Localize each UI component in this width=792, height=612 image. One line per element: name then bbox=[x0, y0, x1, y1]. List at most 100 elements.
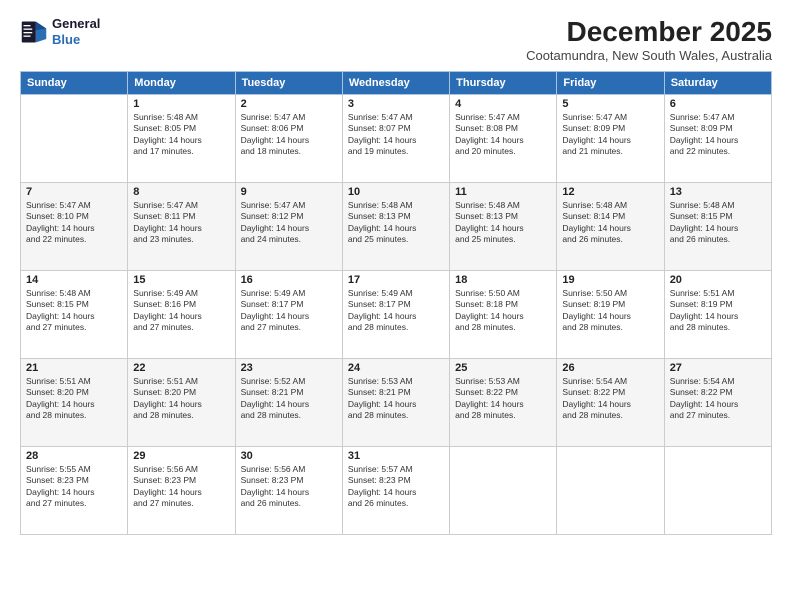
calendar-cell bbox=[21, 95, 128, 183]
calendar-cell: 25 Sunrise: 5:53 AMSunset: 8:22 PMDayligh… bbox=[450, 359, 557, 447]
calendar-cell: 30 Sunrise: 5:56 AMSunset: 8:23 PMDayligh… bbox=[235, 447, 342, 535]
day-number: 29 bbox=[133, 450, 229, 462]
calendar-cell: 14Sunrise: 5:48 AMSunset: 8:15 PMDayligh… bbox=[21, 271, 128, 359]
calendar-cell: 26 Sunrise: 5:54 AMSunset: 8:22 PMDayligh… bbox=[557, 359, 664, 447]
day-number: 27 bbox=[670, 362, 766, 374]
calendar-week-5: 28 Sunrise: 5:55 AMSunset: 8:23 PMDayligh… bbox=[21, 447, 772, 535]
day-info: Sunrise: 5:47 AMSunset: 8:09 PMDaylight:… bbox=[670, 112, 766, 158]
calendar-cell: 17 Sunrise: 5:49 AMSunset: 8:17 PMDayligh… bbox=[342, 271, 449, 359]
day-info: Sunrise: 5:49 AMSunset: 8:16 PMDaylight:… bbox=[133, 288, 229, 334]
title-block: December 2025 Cootamundra, New South Wal… bbox=[526, 16, 772, 63]
day-number: 12 bbox=[562, 186, 658, 198]
day-info: Sunrise: 5:53 AMSunset: 8:22 PMDaylight:… bbox=[455, 376, 551, 422]
day-number: 24 bbox=[348, 362, 444, 374]
calendar-week-2: 7 Sunrise: 5:47 AMSunset: 8:10 PMDaylight… bbox=[21, 183, 772, 271]
day-number: 1 bbox=[133, 98, 229, 110]
calendar-cell: 11Sunrise: 5:48 AMSunset: 8:13 PMDayligh… bbox=[450, 183, 557, 271]
day-info: Sunrise: 5:49 AMSunset: 8:17 PMDaylight:… bbox=[241, 288, 337, 334]
day-info: Sunrise: 5:47 AMSunset: 8:08 PMDaylight:… bbox=[455, 112, 551, 158]
day-number: 8 bbox=[133, 186, 229, 198]
day-info: Sunrise: 5:51 AMSunset: 8:20 PMDaylight:… bbox=[133, 376, 229, 422]
calendar-cell: 1 Sunrise: 5:48 AMSunset: 8:05 PMDaylight… bbox=[128, 95, 235, 183]
logo-text: General Blue bbox=[52, 16, 100, 47]
day-number: 2 bbox=[241, 98, 337, 110]
day-info: Sunrise: 5:49 AMSunset: 8:17 PMDaylight:… bbox=[348, 288, 444, 334]
day-number: 15 bbox=[133, 274, 229, 286]
day-info: Sunrise: 5:54 AMSunset: 8:22 PMDaylight:… bbox=[562, 376, 658, 422]
day-number: 17 bbox=[348, 274, 444, 286]
calendar-header-wednesday: Wednesday bbox=[342, 72, 449, 95]
calendar-cell: 3 Sunrise: 5:47 AMSunset: 8:07 PMDaylight… bbox=[342, 95, 449, 183]
day-number: 13 bbox=[670, 186, 766, 198]
day-info: Sunrise: 5:54 AMSunset: 8:22 PMDaylight:… bbox=[670, 376, 766, 422]
calendar-table: SundayMondayTuesdayWednesdayThursdayFrid… bbox=[20, 71, 772, 535]
calendar-header-friday: Friday bbox=[557, 72, 664, 95]
calendar-cell: 6 Sunrise: 5:47 AMSunset: 8:09 PMDaylight… bbox=[664, 95, 771, 183]
day-number: 26 bbox=[562, 362, 658, 374]
day-info: Sunrise: 5:50 AMSunset: 8:19 PMDaylight:… bbox=[562, 288, 658, 334]
day-number: 23 bbox=[241, 362, 337, 374]
day-number: 28 bbox=[26, 450, 122, 462]
calendar-cell: 29Sunrise: 5:56 AMSunset: 8:23 PMDayligh… bbox=[128, 447, 235, 535]
calendar-cell: 28 Sunrise: 5:55 AMSunset: 8:23 PMDayligh… bbox=[21, 447, 128, 535]
calendar-header-tuesday: Tuesday bbox=[235, 72, 342, 95]
day-number: 16 bbox=[241, 274, 337, 286]
calendar-cell bbox=[557, 447, 664, 535]
day-number: 6 bbox=[670, 98, 766, 110]
calendar-cell: 18Sunrise: 5:50 AMSunset: 8:18 PMDayligh… bbox=[450, 271, 557, 359]
day-info: Sunrise: 5:48 AMSunset: 8:14 PMDaylight:… bbox=[562, 200, 658, 246]
calendar-cell: 12 Sunrise: 5:48 AMSunset: 8:14 PMDayligh… bbox=[557, 183, 664, 271]
day-info: Sunrise: 5:50 AMSunset: 8:18 PMDaylight:… bbox=[455, 288, 551, 334]
day-number: 5 bbox=[562, 98, 658, 110]
day-number: 19 bbox=[562, 274, 658, 286]
day-info: Sunrise: 5:52 AMSunset: 8:21 PMDaylight:… bbox=[241, 376, 337, 422]
calendar-cell: 24 Sunrise: 5:53 AMSunset: 8:21 PMDayligh… bbox=[342, 359, 449, 447]
page: General Blue December 2025 Cootamundra, … bbox=[0, 0, 792, 612]
calendar-cell: 16 Sunrise: 5:49 AMSunset: 8:17 PMDayligh… bbox=[235, 271, 342, 359]
day-number: 31 bbox=[348, 450, 444, 462]
calendar-cell: 15 Sunrise: 5:49 AMSunset: 8:16 PMDayligh… bbox=[128, 271, 235, 359]
day-info: Sunrise: 5:56 AMSunset: 8:23 PMDaylight:… bbox=[241, 464, 337, 510]
day-number: 3 bbox=[348, 98, 444, 110]
calendar-cell: 8Sunrise: 5:47 AMSunset: 8:11 PMDaylight… bbox=[128, 183, 235, 271]
day-info: Sunrise: 5:47 AMSunset: 8:07 PMDaylight:… bbox=[348, 112, 444, 158]
day-number: 14 bbox=[26, 274, 122, 286]
calendar-cell: 13 Sunrise: 5:48 AMSunset: 8:15 PMDayligh… bbox=[664, 183, 771, 271]
day-info: Sunrise: 5:48 AMSunset: 8:15 PMDaylight:… bbox=[670, 200, 766, 246]
calendar-header-monday: Monday bbox=[128, 72, 235, 95]
calendar-cell: 19 Sunrise: 5:50 AMSunset: 8:19 PMDayligh… bbox=[557, 271, 664, 359]
calendar-cell: 7 Sunrise: 5:47 AMSunset: 8:10 PMDaylight… bbox=[21, 183, 128, 271]
day-number: 7 bbox=[26, 186, 122, 198]
day-number: 11 bbox=[455, 186, 551, 198]
day-info: Sunrise: 5:51 AMSunset: 8:20 PMDaylight:… bbox=[26, 376, 122, 422]
day-info: Sunrise: 5:53 AMSunset: 8:21 PMDaylight:… bbox=[348, 376, 444, 422]
day-info: Sunrise: 5:48 AMSunset: 8:05 PMDaylight:… bbox=[133, 112, 229, 158]
calendar-week-3: 14Sunrise: 5:48 AMSunset: 8:15 PMDayligh… bbox=[21, 271, 772, 359]
day-info: Sunrise: 5:47 AMSunset: 8:06 PMDaylight:… bbox=[241, 112, 337, 158]
day-number: 21 bbox=[26, 362, 122, 374]
calendar-cell: 20Sunrise: 5:51 AMSunset: 8:19 PMDayligh… bbox=[664, 271, 771, 359]
calendar-cell: 21 Sunrise: 5:51 AMSunset: 8:20 PMDayligh… bbox=[21, 359, 128, 447]
calendar-week-1: 1 Sunrise: 5:48 AMSunset: 8:05 PMDaylight… bbox=[21, 95, 772, 183]
day-number: 22 bbox=[133, 362, 229, 374]
day-number: 30 bbox=[241, 450, 337, 462]
day-number: 25 bbox=[455, 362, 551, 374]
calendar-cell: 27 Sunrise: 5:54 AMSunset: 8:22 PMDayligh… bbox=[664, 359, 771, 447]
calendar-cell: 31 Sunrise: 5:57 AMSunset: 8:23 PMDayligh… bbox=[342, 447, 449, 535]
calendar-cell: 22 Sunrise: 5:51 AMSunset: 8:20 PMDayligh… bbox=[128, 359, 235, 447]
calendar-cell: 9 Sunrise: 5:47 AMSunset: 8:12 PMDaylight… bbox=[235, 183, 342, 271]
day-number: 9 bbox=[241, 186, 337, 198]
calendar-cell bbox=[450, 447, 557, 535]
calendar-header-saturday: Saturday bbox=[664, 72, 771, 95]
day-info: Sunrise: 5:55 AMSunset: 8:23 PMDaylight:… bbox=[26, 464, 122, 510]
day-info: Sunrise: 5:47 AMSunset: 8:09 PMDaylight:… bbox=[562, 112, 658, 158]
calendar-header-thursday: Thursday bbox=[450, 72, 557, 95]
day-info: Sunrise: 5:57 AMSunset: 8:23 PMDaylight:… bbox=[348, 464, 444, 510]
day-info: Sunrise: 5:47 AMSunset: 8:12 PMDaylight:… bbox=[241, 200, 337, 246]
day-number: 10 bbox=[348, 186, 444, 198]
header: General Blue December 2025 Cootamundra, … bbox=[20, 16, 772, 63]
day-number: 4 bbox=[455, 98, 551, 110]
calendar-header-row: SundayMondayTuesdayWednesdayThursdayFrid… bbox=[21, 72, 772, 95]
day-info: Sunrise: 5:47 AMSunset: 8:10 PMDaylight:… bbox=[26, 200, 122, 246]
logo-icon bbox=[20, 18, 48, 46]
